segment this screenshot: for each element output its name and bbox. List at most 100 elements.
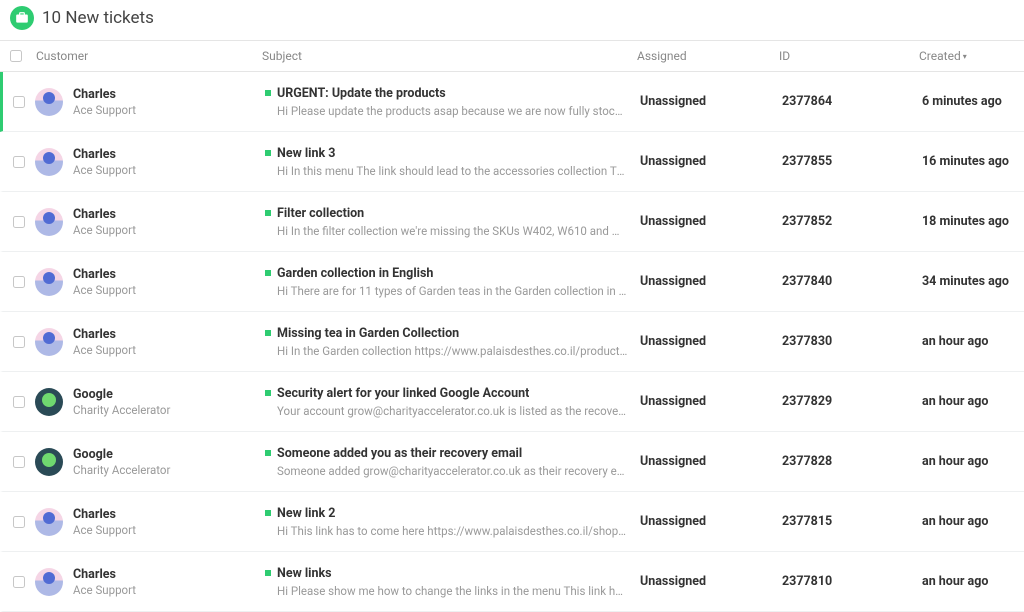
subject-cell: New link 3 Hi In this menu The link shou… (265, 146, 640, 178)
ticket-row[interactable]: Google Charity Accelerator Security aler… (0, 372, 1024, 432)
assigned-cell: Unassigned (640, 94, 782, 109)
id-cell: 2377829 (782, 394, 922, 409)
ticket-subject: New link 2 (277, 506, 335, 521)
row-checkbox[interactable] (13, 276, 25, 288)
created-cell: an hour ago (922, 454, 1024, 469)
avatar (35, 328, 63, 356)
id-cell: 2377828 (782, 454, 922, 469)
created-cell: an hour ago (922, 334, 1024, 349)
row-checkbox[interactable] (13, 396, 25, 408)
ticket-row[interactable]: Charles Ace Support Missing tea in Garde… (0, 312, 1024, 372)
column-customer[interactable]: Customer (32, 49, 262, 63)
customer-cell: Charles Ace Support (35, 327, 265, 357)
ticket-snippet: Hi There are for 11 types of Garden teas… (277, 284, 628, 298)
assigned-cell: Unassigned (640, 394, 782, 409)
customer-cell: Google Charity Accelerator (35, 447, 265, 477)
customer-org: Ace Support (73, 223, 136, 237)
row-checkbox[interactable] (13, 156, 25, 168)
subject-cell: URGENT: Update the products Hi Please up… (265, 86, 640, 118)
ticket-subject: New links (277, 566, 332, 581)
customer-org: Ace Support (73, 103, 136, 117)
customer-org: Ace Support (73, 283, 136, 297)
customer-name: Charles (73, 327, 136, 342)
created-cell: 6 minutes ago (922, 94, 1024, 109)
row-checkbox[interactable] (13, 456, 25, 468)
ticket-row[interactable]: Charles Ace Support URGENT: Update the p… (0, 72, 1024, 132)
subject-cell: New links Hi Please show me how to chang… (265, 566, 640, 598)
assigned-cell: Unassigned (640, 334, 782, 349)
ticket-snippet: Hi In the filter collection we're missin… (277, 224, 628, 238)
id-cell: 2377855 (782, 154, 922, 169)
created-cell: an hour ago (922, 514, 1024, 529)
customer-name: Charles (73, 87, 136, 102)
subject-cell: New link 2 Hi This link has to come here… (265, 506, 640, 538)
customer-org: Ace Support (73, 523, 136, 537)
customer-name: Charles (73, 207, 136, 222)
row-checkbox[interactable] (13, 96, 25, 108)
avatar (35, 148, 63, 176)
status-dot-icon (265, 390, 271, 396)
customer-cell: Charles Ace Support (35, 507, 265, 537)
subject-cell: Filter collection Hi In the filter colle… (265, 206, 640, 238)
customer-org: Ace Support (73, 583, 136, 597)
customer-cell: Charles Ace Support (35, 147, 265, 177)
ticket-list: Charles Ace Support URGENT: Update the p… (0, 72, 1024, 612)
customer-name: Google (73, 447, 170, 462)
customer-name: Charles (73, 567, 136, 582)
ticket-row[interactable]: Charles Ace Support New link 2 Hi This l… (0, 492, 1024, 552)
tickets-icon (10, 6, 34, 30)
assigned-cell: Unassigned (640, 274, 782, 289)
ticket-snippet: Your account grow@charityaccelerator.co.… (277, 404, 628, 418)
assigned-cell: Unassigned (640, 214, 782, 229)
row-checkbox[interactable] (13, 516, 25, 528)
status-dot-icon (265, 570, 271, 576)
ticket-subject: New link 3 (277, 146, 335, 161)
ticket-subject: Filter collection (277, 206, 364, 221)
ticket-row[interactable]: Charles Ace Support Filter collection Hi… (0, 192, 1024, 252)
column-assigned[interactable]: Assigned (637, 49, 779, 63)
ticket-snippet: Hi In this menu The link should lead to … (277, 164, 628, 178)
customer-org: Charity Accelerator (73, 403, 170, 417)
column-id[interactable]: ID (779, 49, 919, 63)
row-checkbox[interactable] (13, 216, 25, 228)
ticket-subject: Missing tea in Garden Collection (277, 326, 459, 341)
ticket-row[interactable]: Charles Ace Support Garden collection in… (0, 252, 1024, 312)
subject-cell: Garden collection in English Hi There ar… (265, 266, 640, 298)
ticket-subject: Garden collection in English (277, 266, 433, 281)
column-created[interactable]: Created▾ (919, 49, 1024, 63)
avatar (35, 388, 63, 416)
customer-org: Ace Support (73, 343, 136, 357)
status-dot-icon (265, 90, 271, 96)
id-cell: 2377810 (782, 574, 922, 589)
created-cell: 16 minutes ago (922, 154, 1024, 169)
assigned-cell: Unassigned (640, 454, 782, 469)
created-cell: an hour ago (922, 394, 1024, 409)
customer-name: Google (73, 387, 170, 402)
table-header: Customer Subject Assigned ID Created▾ (0, 40, 1024, 72)
ticket-subject: URGENT: Update the products (277, 86, 446, 101)
id-cell: 2377852 (782, 214, 922, 229)
row-checkbox[interactable] (13, 576, 25, 588)
status-dot-icon (265, 150, 271, 156)
ticket-row[interactable]: Charles Ace Support New links Hi Please … (0, 552, 1024, 612)
select-all-checkbox[interactable] (10, 50, 22, 62)
created-cell: 18 minutes ago (922, 214, 1024, 229)
ticket-row[interactable]: Charles Ace Support New link 3 Hi In thi… (0, 132, 1024, 192)
row-checkbox[interactable] (13, 336, 25, 348)
id-cell: 2377864 (782, 94, 922, 109)
ticket-snippet: Hi Please update the products asap becau… (277, 104, 628, 118)
subject-cell: Missing tea in Garden Collection Hi In t… (265, 326, 640, 358)
column-created-label: Created (919, 49, 961, 63)
subject-cell: Someone added you as their recovery emai… (265, 446, 640, 478)
column-subject[interactable]: Subject (262, 49, 637, 63)
ticket-subject: Security alert for your linked Google Ac… (277, 386, 529, 401)
status-dot-icon (265, 330, 271, 336)
assigned-cell: Unassigned (640, 514, 782, 529)
status-dot-icon (265, 450, 271, 456)
ticket-row[interactable]: Google Charity Accelerator Someone added… (0, 432, 1024, 492)
id-cell: 2377840 (782, 274, 922, 289)
ticket-snippet: Hi This link has to come here https://ww… (277, 524, 628, 538)
ticket-snippet: Someone added grow@charityaccelerator.co… (277, 464, 628, 478)
customer-cell: Charles Ace Support (35, 267, 265, 297)
created-cell: 34 minutes ago (922, 274, 1024, 289)
